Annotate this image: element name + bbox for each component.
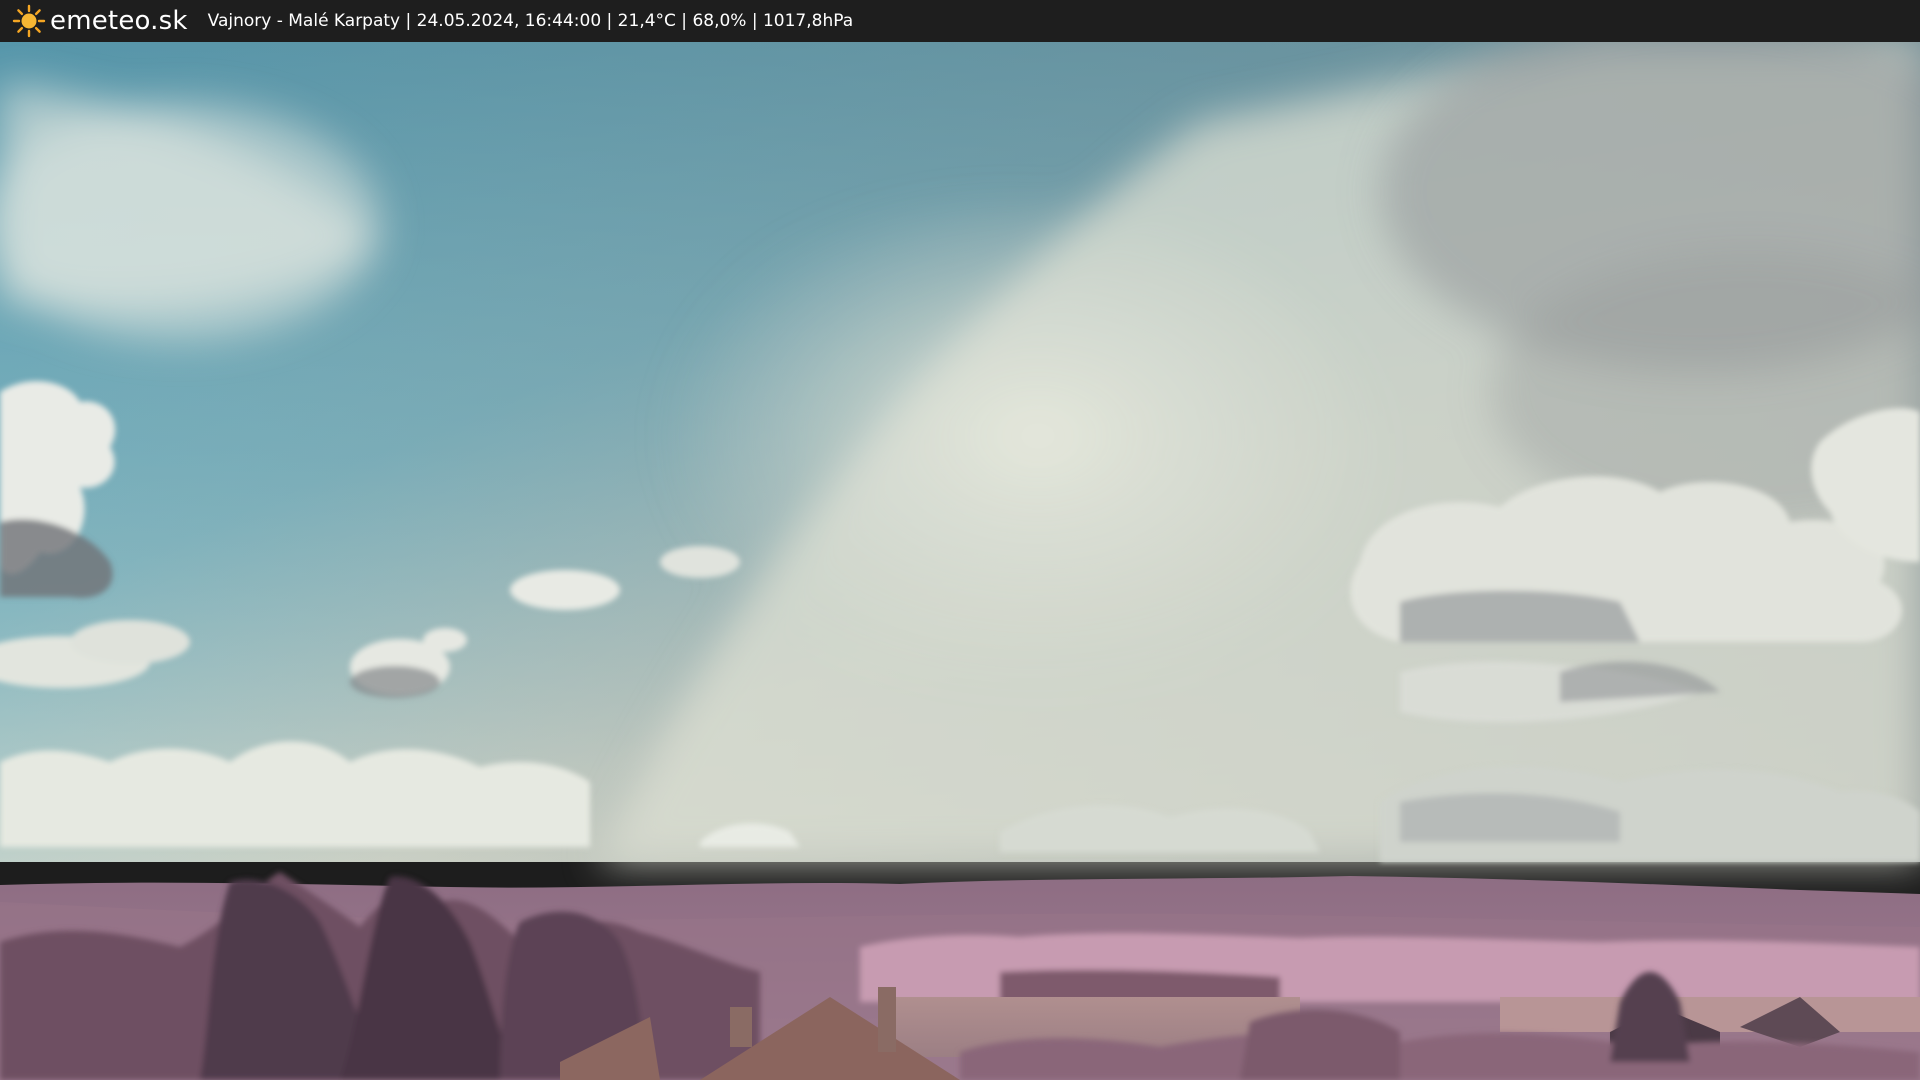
sun-icon <box>12 4 46 38</box>
header-bar: emeteo.sk Vajnory - Malé Karpaty | 24.05… <box>0 0 1920 42</box>
webcam-image <box>0 42 1920 1080</box>
station-info: Vajnory - Malé Karpaty | 24.05.2024, 16:… <box>207 11 854 31</box>
site-logo[interactable]: emeteo.sk <box>12 4 188 38</box>
site-name: emeteo.sk <box>50 6 188 36</box>
